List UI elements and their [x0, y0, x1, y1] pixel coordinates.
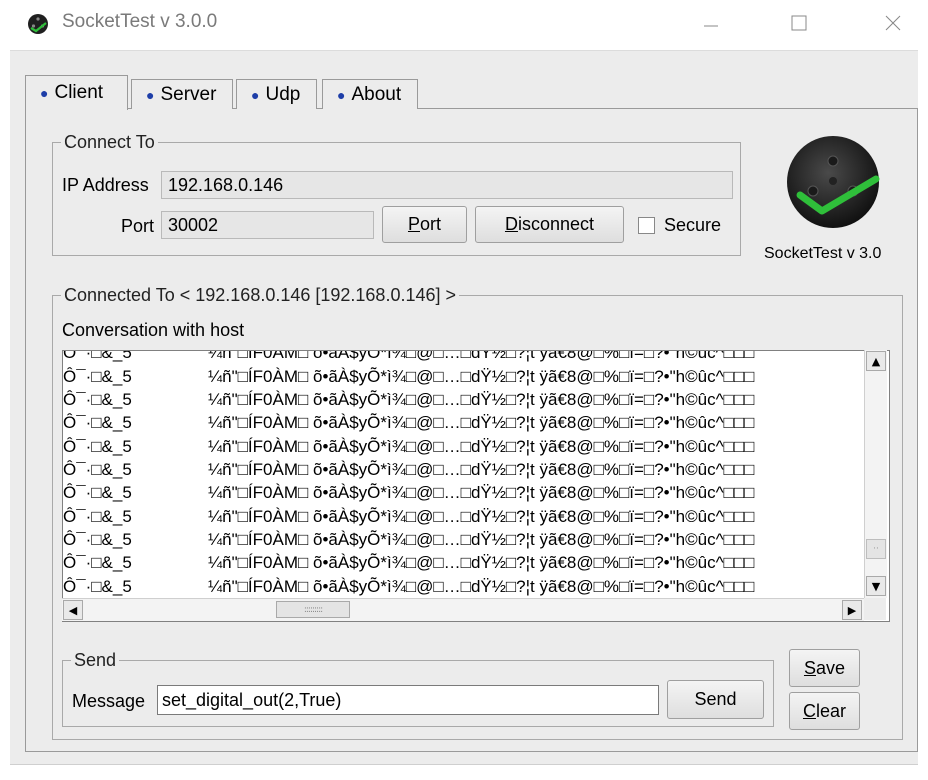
window-bottom-edge [10, 764, 918, 765]
maximize-icon[interactable] [776, 0, 822, 46]
ip-address-value: 192.168.0.146 [168, 174, 284, 195]
tab-label: Client [54, 82, 104, 103]
save-button[interactable]: Save [789, 649, 860, 687]
connect-to-legend: Connect To [64, 132, 155, 152]
tab-bullet-icon: ● [40, 85, 49, 101]
minimize-icon[interactable] [688, 0, 734, 46]
title-bar: SocketTest v 3.0.0 [0, 0, 928, 50]
secure-label: Secure [664, 215, 722, 235]
secure-checkbox[interactable] [638, 217, 655, 234]
save-button-label: Save [803, 657, 846, 678]
tab-label: About [351, 83, 402, 105]
clear-button-label: Clear [802, 700, 846, 721]
vertical-scrollbar[interactable]: ▲ ·· ▼ [864, 350, 887, 598]
tab-label: Server [160, 83, 217, 105]
tab-server[interactable]: ● Server [131, 79, 233, 109]
port-value: 30002 [168, 214, 219, 235]
scroll-down-icon[interactable]: ▼ [866, 576, 886, 596]
scrollbar-corner [864, 598, 886, 620]
send-button[interactable]: Send [667, 680, 764, 719]
tab-bullet-icon: ● [251, 86, 260, 103]
disconnect-button-label: Disconnect [504, 214, 595, 234]
horizontal-scroll-thumb[interactable]: ::::::::: [276, 601, 350, 618]
close-icon[interactable] [870, 0, 916, 46]
send-legend: Send [74, 650, 117, 670]
vertical-scroll-thumb[interactable]: ·· [866, 539, 886, 559]
message-label: Message [72, 691, 146, 711]
logo-caption: SocketTest v 3.0 [764, 245, 882, 262]
send-button-label: Send [694, 689, 737, 709]
tab-about[interactable]: ● About [322, 79, 418, 109]
scroll-right-icon[interactable]: ▶ [842, 600, 862, 620]
conversation-label: Conversation with host [62, 320, 245, 340]
disconnect-button[interactable]: Disconnect [475, 206, 624, 243]
horizontal-scrollbar[interactable]: ◀ ::::::::: ▶ [62, 598, 864, 621]
sockettest-logo-icon [787, 136, 880, 228]
message-input[interactable]: set_digital_out(2,True) [157, 685, 659, 715]
port-label: Port [121, 216, 155, 236]
tab-label: Udp [265, 83, 301, 105]
scroll-up-icon[interactable]: ▲ [866, 351, 886, 371]
ip-address-field[interactable]: 192.168.0.146 [161, 171, 733, 199]
port-button[interactable]: Port [382, 206, 467, 243]
port-field[interactable]: 30002 [161, 211, 374, 239]
tab-client[interactable]: ● Client [25, 75, 128, 110]
connected-to-legend: Connected To < 192.168.0.146 [192.168.0.… [64, 285, 457, 305]
tab-bullet-icon: ● [337, 86, 346, 103]
port-button-label: Port [407, 214, 442, 234]
tab-bullet-icon: ● [146, 86, 155, 103]
scroll-left-icon[interactable]: ◀ [63, 600, 83, 620]
app-logo-icon [28, 14, 48, 34]
message-value: set_digital_out(2,True) [162, 689, 342, 710]
clear-button[interactable]: Clear [789, 692, 860, 730]
ip-address-label: IP Address [62, 175, 149, 195]
conversation-log[interactable]: Ô¯·□&_5 ¼ñ"□ÍF0ÀM□ õ•ãÀ$yÕ*ì¾□@□…□dŸ½□?¦t… [62, 350, 890, 622]
window-title: SocketTest v 3.0.0 [62, 11, 218, 32]
tab-udp[interactable]: ● Udp [236, 79, 317, 109]
